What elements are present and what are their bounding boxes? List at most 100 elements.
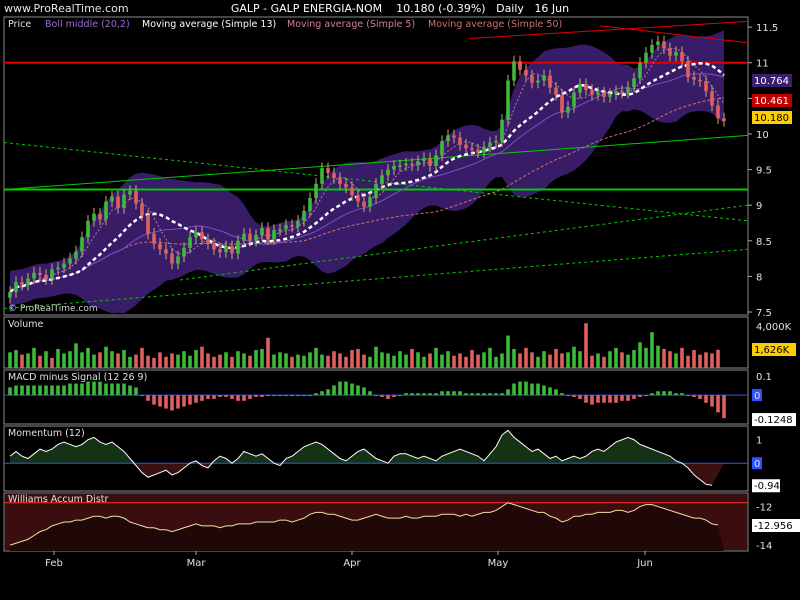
macd-value-label: -0.1248	[754, 415, 793, 426]
candle	[164, 249, 168, 254]
candle	[158, 243, 162, 250]
volume-bar	[488, 347, 492, 368]
macd-bar	[614, 395, 618, 403]
candle	[374, 183, 378, 199]
momentum-tick-label: 1	[756, 436, 762, 447]
volume-tick-label: 4,000K	[756, 322, 792, 333]
volume-bar	[278, 352, 282, 368]
candle	[692, 76, 696, 80]
volume-bar	[332, 351, 336, 368]
candle	[434, 155, 438, 166]
candle	[680, 52, 684, 62]
macd-bar	[392, 395, 396, 397]
volume-bar	[134, 354, 138, 368]
candle	[710, 91, 714, 106]
candle	[638, 62, 642, 79]
macd-bar	[8, 387, 12, 396]
candle	[428, 158, 432, 166]
volume-bar	[482, 352, 486, 368]
macd-bar	[236, 395, 240, 401]
price-tick-label: 8	[756, 272, 762, 283]
macd-bar	[368, 391, 372, 396]
candle	[386, 169, 390, 176]
candle	[26, 278, 30, 285]
macd-bar	[602, 395, 606, 403]
volume-bar	[530, 352, 534, 368]
macd-bar	[674, 393, 678, 396]
volume-bar	[524, 347, 528, 368]
candle	[314, 183, 318, 199]
volume-bar	[656, 345, 660, 368]
chart-svg: 11.51110.5109.598.587.5PriceBoll middle …	[3, 16, 800, 569]
x-tick-label: Feb	[45, 558, 63, 569]
candle	[266, 227, 270, 240]
macd-bar	[632, 395, 636, 399]
candle	[116, 196, 120, 209]
candle	[260, 227, 264, 236]
volume-bar	[566, 352, 570, 368]
macd-bar	[686, 395, 690, 397]
macd-bar	[440, 391, 444, 396]
williams-title: Williams Accum Distr	[8, 494, 108, 505]
macd-bar	[590, 395, 594, 405]
candle	[572, 92, 576, 107]
macd-bar	[320, 391, 324, 396]
macd-bar	[548, 387, 552, 396]
macd-bar	[302, 395, 306, 397]
volume-bar	[86, 347, 90, 368]
candle	[470, 148, 474, 150]
candle	[200, 232, 204, 240]
macd-bar	[638, 395, 642, 397]
macd-bar	[518, 381, 522, 396]
macd-bar	[506, 389, 510, 396]
macd-bar	[458, 391, 462, 396]
volume-bar	[578, 351, 582, 368]
volume-bar	[560, 353, 564, 368]
candle	[704, 81, 708, 92]
candle	[284, 225, 288, 230]
volume-bar	[122, 350, 126, 368]
volume-bar	[194, 350, 198, 368]
volume-bar	[266, 337, 270, 368]
volume-bar	[272, 354, 276, 368]
volume-bar	[44, 351, 48, 368]
volume-bar	[164, 356, 168, 368]
volume-bar	[182, 351, 186, 368]
macd-bar	[578, 395, 582, 399]
macd-bar	[86, 381, 90, 396]
volume-bar	[704, 352, 708, 368]
macd-bar	[380, 395, 384, 397]
candle	[554, 87, 558, 95]
volume-bar	[296, 354, 300, 368]
macd-bar	[248, 395, 252, 399]
macd-bar	[344, 381, 348, 396]
volume-bar	[308, 352, 312, 368]
macd-bar	[314, 393, 318, 396]
macd-bar	[332, 385, 336, 396]
value-label: 10.180	[754, 113, 789, 124]
macd-bar	[536, 383, 540, 396]
candle	[500, 119, 504, 142]
volume-bar	[8, 352, 12, 368]
volume-bar	[104, 346, 108, 368]
candle	[224, 246, 228, 253]
macd-bar	[488, 393, 492, 396]
macd-bar	[704, 395, 708, 403]
candle	[626, 86, 630, 93]
candle	[92, 213, 96, 221]
volume-bar	[200, 346, 204, 368]
price-tick-label: 9	[756, 201, 762, 212]
volume-bar	[320, 354, 324, 368]
volume-bar	[620, 352, 624, 368]
macd-bar	[374, 395, 378, 397]
macd-bar	[194, 395, 198, 403]
candle	[602, 92, 606, 97]
volume-bar	[446, 351, 450, 368]
volume-bar	[188, 355, 192, 368]
candle	[362, 201, 366, 207]
candle	[422, 158, 426, 162]
macd-bar	[110, 383, 114, 396]
volume-bar	[14, 350, 18, 368]
candle	[668, 48, 672, 56]
candle	[344, 183, 348, 188]
